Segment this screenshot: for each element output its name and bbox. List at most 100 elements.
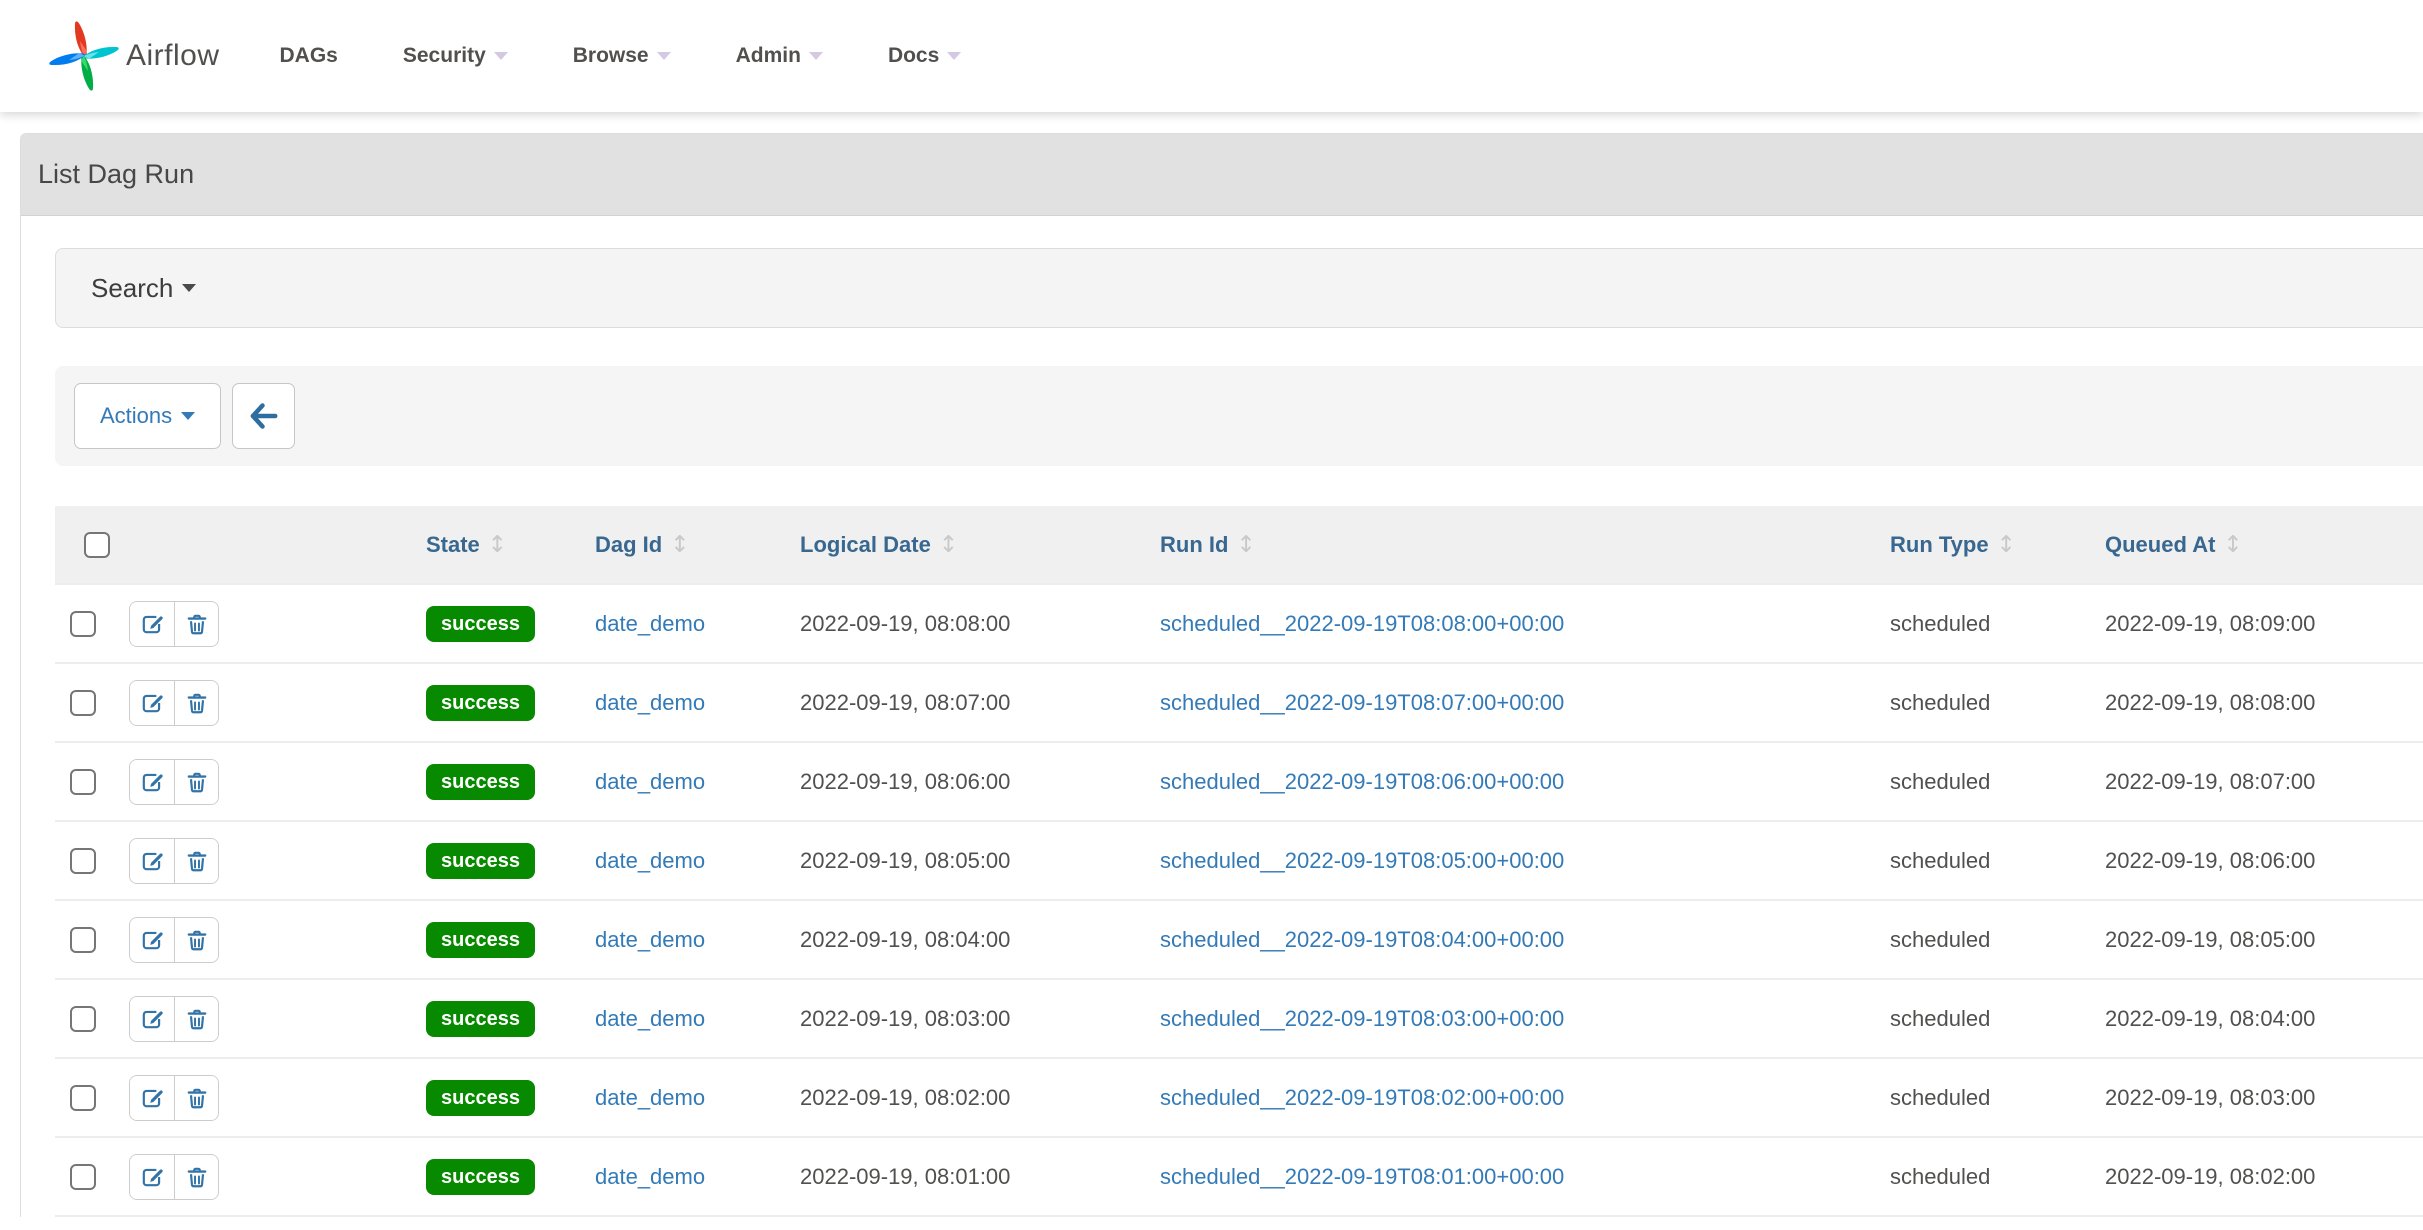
dag-id-link[interactable]: date_demo	[595, 927, 705, 952]
edit-button[interactable]	[130, 1076, 174, 1120]
status-badge: success	[426, 843, 535, 879]
dag-id-link[interactable]: date_demo	[595, 1006, 705, 1031]
edit-button[interactable]	[130, 918, 174, 962]
table-row: success date_demo 2022-09-19, 08:02:00 s…	[55, 1058, 2423, 1137]
column-header-run-id[interactable]: Run Id↕	[1130, 506, 1850, 584]
navbar: Airflow DAGs Security Browse Admin Docs	[0, 0, 2423, 112]
nav-item-dags[interactable]: DAGs	[280, 44, 338, 68]
delete-button[interactable]	[174, 918, 218, 962]
dag-id-link[interactable]: date_demo	[595, 690, 705, 715]
row-checkbox[interactable]	[70, 927, 96, 953]
run-type-value: scheduled	[1890, 1085, 1990, 1110]
chevron-down-icon	[657, 52, 671, 60]
delete-button[interactable]	[174, 997, 218, 1041]
column-header-state[interactable]: State↕	[415, 506, 585, 584]
brand-label: Airflow	[126, 39, 220, 73]
run-id-link[interactable]: scheduled__2022-09-19T08:04:00+00:00	[1160, 927, 1564, 952]
logical-date-value: 2022-09-19, 08:06:00	[800, 769, 1010, 794]
chevron-down-icon	[494, 52, 508, 60]
edit-button[interactable]	[130, 1155, 174, 1199]
row-checkbox[interactable]	[70, 848, 96, 874]
logical-date-value: 2022-09-19, 08:03:00	[800, 1006, 1010, 1031]
run-id-link[interactable]: scheduled__2022-09-19T08:07:00+00:00	[1160, 690, 1564, 715]
edit-button[interactable]	[130, 681, 174, 725]
chevron-down-icon	[182, 284, 196, 292]
run-id-link[interactable]: scheduled__2022-09-19T08:08:00+00:00	[1160, 611, 1564, 636]
edit-pencil-icon	[140, 1086, 164, 1110]
airflow-brand[interactable]: Airflow	[45, 17, 220, 95]
run-type-value: scheduled	[1890, 769, 1990, 794]
sort-icon[interactable]: ↕	[2223, 532, 2242, 558]
chevron-down-icon	[181, 412, 195, 420]
delete-button[interactable]	[174, 1155, 218, 1199]
row-checkbox[interactable]	[70, 769, 96, 795]
delete-button[interactable]	[174, 760, 218, 804]
edit-button[interactable]	[130, 839, 174, 883]
back-button[interactable]	[232, 383, 295, 449]
delete-button[interactable]	[174, 602, 218, 646]
nav-item-security[interactable]: Security	[403, 44, 508, 68]
delete-button[interactable]	[174, 681, 218, 725]
dag-run-table-wrap: State↕ Dag Id↕ Logical Date↕ Run Id↕ Run…	[55, 506, 2423, 1217]
list-dag-run-panel: List Dag Run Search Actions	[20, 133, 2423, 1217]
airflow-pinwheel-icon	[45, 17, 123, 95]
row-action-group	[129, 1075, 219, 1121]
status-badge: success	[426, 606, 535, 642]
column-header-queued-at[interactable]: Queued At↕	[2055, 506, 2423, 584]
delete-button[interactable]	[174, 1076, 218, 1120]
dag-id-link[interactable]: date_demo	[595, 1085, 705, 1110]
row-checkbox[interactable]	[70, 690, 96, 716]
trash-icon	[185, 928, 209, 952]
dag-id-link[interactable]: date_demo	[595, 769, 705, 794]
delete-button[interactable]	[174, 839, 218, 883]
status-badge: success	[426, 1001, 535, 1037]
trash-icon	[185, 849, 209, 873]
column-header-run-type[interactable]: Run Type↕	[1850, 506, 2055, 584]
sort-icon[interactable]: ↕	[488, 532, 507, 558]
table-row: success date_demo 2022-09-19, 08:05:00 s…	[55, 821, 2423, 900]
sort-icon[interactable]: ↕	[1236, 532, 1255, 558]
edit-button[interactable]	[130, 602, 174, 646]
column-header-logical-date[interactable]: Logical Date↕	[780, 506, 1130, 584]
edit-pencil-icon	[140, 928, 164, 952]
trash-icon	[185, 612, 209, 636]
sort-icon[interactable]: ↕	[670, 532, 689, 558]
edit-button[interactable]	[130, 997, 174, 1041]
actions-button[interactable]: Actions	[74, 383, 221, 449]
nav-item-admin[interactable]: Admin	[736, 44, 823, 68]
run-id-link[interactable]: scheduled__2022-09-19T08:05:00+00:00	[1160, 848, 1564, 873]
logical-date-value: 2022-09-19, 08:05:00	[800, 848, 1010, 873]
search-filter-toggle[interactable]: Search	[55, 248, 2423, 328]
edit-pencil-icon	[140, 691, 164, 715]
sort-icon[interactable]: ↕	[939, 532, 958, 558]
table-row: success date_demo 2022-09-19, 08:03:00 s…	[55, 979, 2423, 1058]
nav-item-docs[interactable]: Docs	[888, 44, 961, 68]
row-checkbox[interactable]	[70, 1164, 96, 1190]
run-id-link[interactable]: scheduled__2022-09-19T08:06:00+00:00	[1160, 769, 1564, 794]
sort-icon[interactable]: ↕	[1997, 532, 2016, 558]
chevron-down-icon	[947, 52, 961, 60]
dag-id-link[interactable]: date_demo	[595, 848, 705, 873]
dag-id-link[interactable]: date_demo	[595, 1164, 705, 1189]
edit-button[interactable]	[130, 760, 174, 804]
run-id-link[interactable]: scheduled__2022-09-19T08:02:00+00:00	[1160, 1085, 1564, 1110]
row-checkbox[interactable]	[70, 1006, 96, 1032]
nav-item-label: Admin	[736, 44, 801, 68]
column-header-actions	[115, 506, 415, 584]
edit-pencil-icon	[140, 612, 164, 636]
dag-id-link[interactable]: date_demo	[595, 611, 705, 636]
trash-icon	[185, 770, 209, 794]
trash-icon	[185, 1086, 209, 1110]
table-row: success date_demo 2022-09-19, 08:04:00 s…	[55, 900, 2423, 979]
nav-item-browse[interactable]: Browse	[573, 44, 671, 68]
edit-pencil-icon	[140, 1007, 164, 1031]
column-header-dag-id[interactable]: Dag Id↕	[585, 506, 780, 584]
run-id-link[interactable]: scheduled__2022-09-19T08:03:00+00:00	[1160, 1006, 1564, 1031]
row-action-group	[129, 1154, 219, 1200]
queued-at-value: 2022-09-19, 08:04:00	[2105, 1006, 2315, 1031]
run-id-link[interactable]: scheduled__2022-09-19T08:01:00+00:00	[1160, 1164, 1564, 1189]
row-checkbox[interactable]	[70, 1085, 96, 1111]
row-checkbox[interactable]	[70, 611, 96, 637]
table-row: success date_demo 2022-09-19, 08:07:00 s…	[55, 663, 2423, 742]
select-all-checkbox[interactable]	[84, 532, 110, 558]
